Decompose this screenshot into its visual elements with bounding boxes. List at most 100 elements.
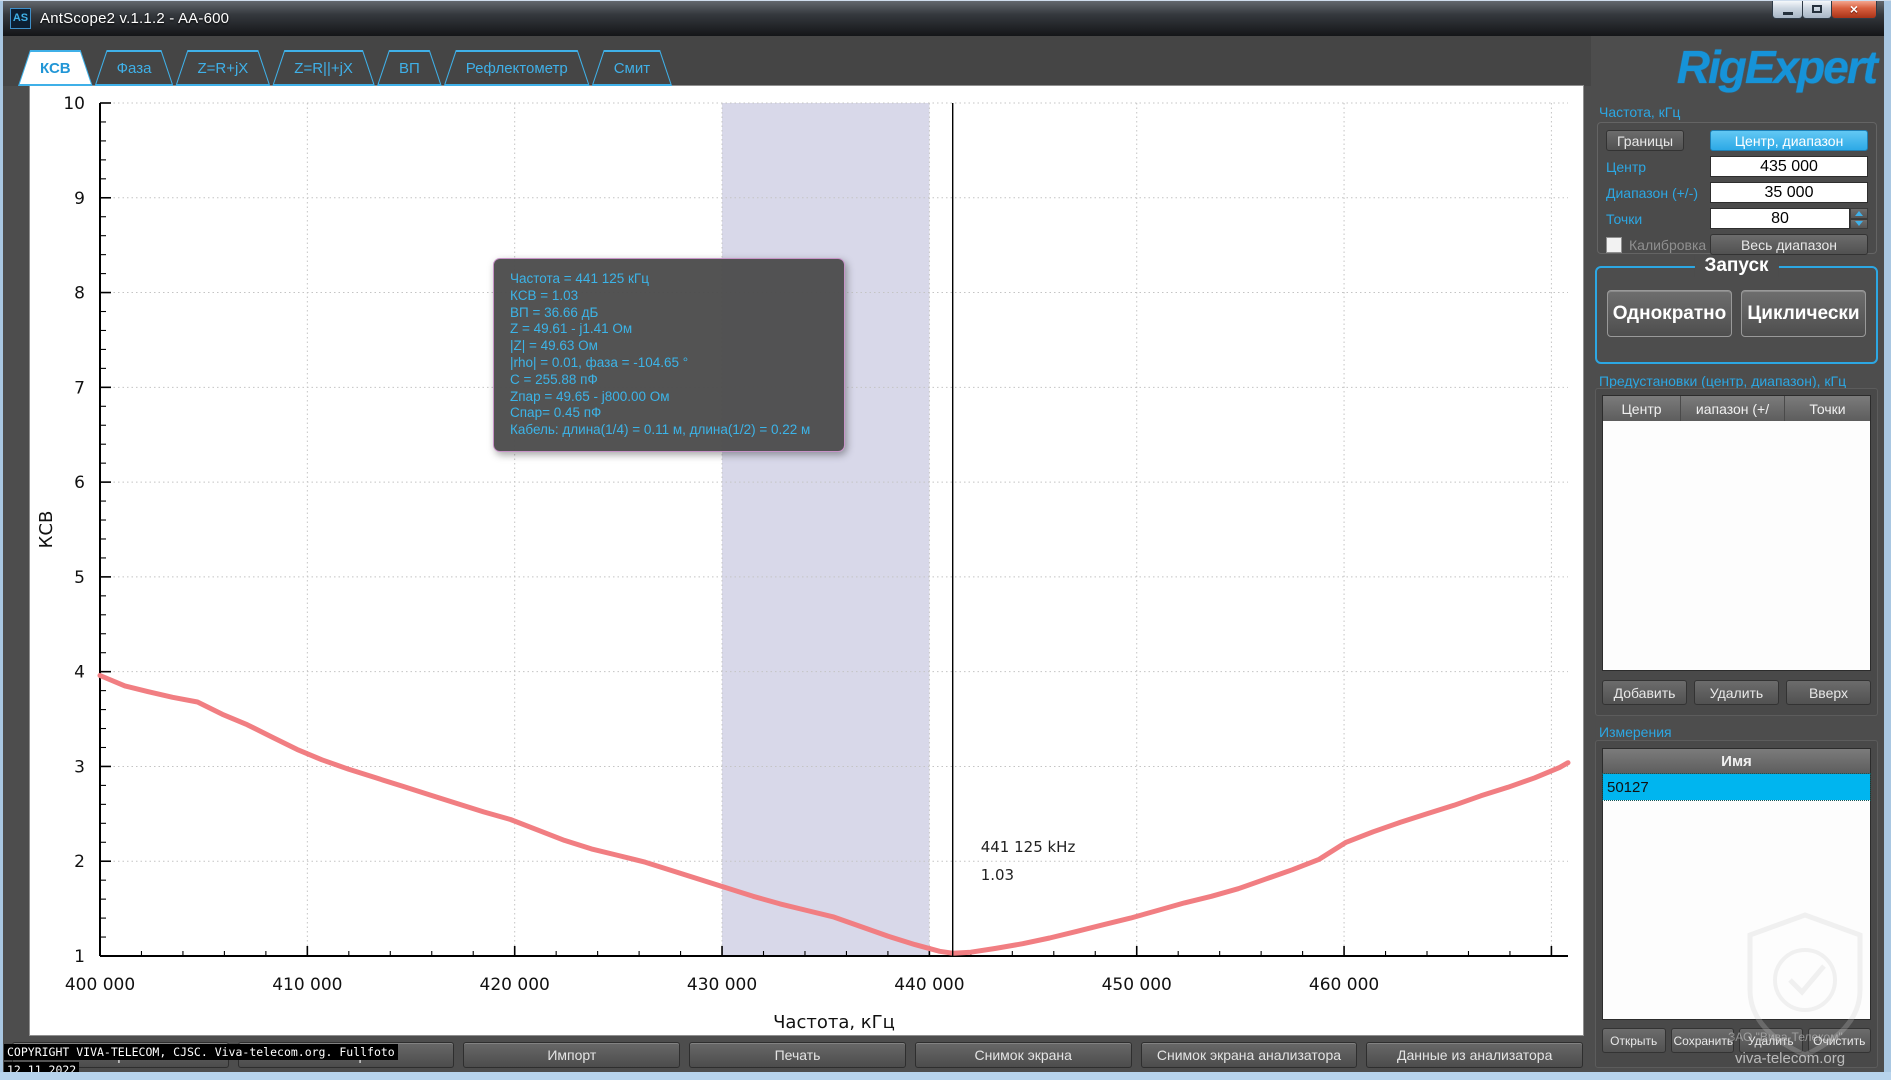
toolbar-button-печать[interactable]: Печать [689,1042,906,1068]
toolbar-button-импорт[interactable]: Импорт [463,1042,680,1068]
frequency-field-row: Точки [1606,207,1868,230]
x-axis-title: Частота, кГц [773,1012,895,1033]
spinner-down-icon[interactable] [1850,219,1868,230]
minimize-icon [1783,12,1793,15]
measurements-button-удалить[interactable]: Удалить [1739,1028,1803,1053]
presets-section-label: Предустановки (центр, диапазон), кГц [1599,373,1846,389]
close-button[interactable]: × [1831,0,1877,19]
sidebar: RigExpert Частота, кГц Границы Центр, диа… [1595,40,1884,1072]
mode-button-центр-диапазон[interactable]: Центр, диапазон [1710,130,1868,151]
presets-column-header[interactable]: Центр [1603,396,1681,421]
input-точки[interactable] [1710,208,1850,229]
y-axis-title: КСВ [36,511,57,549]
frequency-field-row: Центр [1606,155,1868,178]
highlight-band [722,103,929,956]
tooltip-line: ВП = 36.66 дБ [510,305,828,322]
frequency-section-label: Частота, кГц [1599,104,1680,120]
presets-button-добавить[interactable]: Добавить [1602,680,1687,705]
rigexpert-logo: RigExpert [1677,40,1876,94]
x-tick-label: 440 000 [894,975,964,995]
y-tick-label: 7 [74,378,85,398]
spinner-up-icon[interactable] [1850,208,1868,219]
frequency-field-row: Диапазон (+/-) [1606,181,1868,204]
window-border-bottom [0,1072,1891,1080]
y-tick-label: 4 [74,663,85,683]
measurements-table[interactable]: Имя 50127 [1602,748,1871,1020]
y-tick-label: 8 [74,284,85,304]
tooltip-line: Кабель: длина(1/4) = 0.11 м, длина(1/2) … [510,422,828,439]
titlebar: AS AntScope2 v.1.1.2 - AA-600 [0,0,1891,36]
tooltip-line: Частота = 441 125 кГц [510,271,828,288]
tab-ксв[interactable]: КСВ [18,50,93,86]
presets-table[interactable]: Центриапазон (+/Точки [1602,395,1871,671]
maximize-button[interactable] [1802,0,1832,19]
input-центр[interactable] [1710,156,1868,177]
y-tick-label: 5 [74,568,85,588]
measurements-button-открыть[interactable]: Открыть [1602,1028,1666,1053]
presets-button-вверх[interactable]: Вверх [1786,680,1871,705]
swr-chart[interactable]: 12345678910400 000410 000420 000430 0004… [30,86,1583,1035]
y-tick-label: 2 [74,852,85,872]
window-border-top [0,0,1891,1]
y-tick-label: 10 [63,94,85,114]
tab-label: КСВ [40,60,71,77]
measurements-button-очистить[interactable]: Очистить [1808,1028,1872,1053]
tab-label: Z=R+jX [197,60,248,77]
tooltip-line: Zпар = 49.65 - j800.00 Ом [510,389,828,406]
marker-label: 441 125 kHz [981,838,1076,856]
points-spinner [1850,208,1868,229]
app-window: AS AntScope2 v.1.1.2 - AA-600 × КСВ Фаза Z… [0,0,1891,1080]
run-buttons: ОднократноЦиклически [1607,290,1866,337]
tab-label: Фаза [117,60,152,77]
input-диапазон[interactable] [1710,182,1868,203]
measurements-table-body: 50127 [1603,774,1870,800]
tooltip-line: Z = 49.61 - j1.41 Ом [510,321,828,338]
toolbar-button-снимок-экрана[interactable]: Снимок экрана [915,1042,1132,1068]
toolbar-button-данные-из-анализатора[interactable]: Данные из анализатора [1366,1042,1583,1068]
tab-label: Смит [614,60,650,77]
run-box: Запуск ОднократноЦиклически [1595,266,1878,364]
presets-column-header[interactable]: Точки [1785,396,1870,421]
toolbar-button-снимок-экрана-анализатора[interactable]: Снимок экрана анализатора [1141,1042,1358,1068]
x-tick-label: 460 000 [1309,975,1379,995]
x-tick-label: 450 000 [1102,975,1172,995]
tooltip-line: Спар= 0.45 пФ [510,405,828,422]
field-label-точки: Точки [1606,211,1642,227]
x-tick-label: 400 000 [65,975,135,995]
copyright-line: COPYRIGHT VIVA-TELECOM, CJSC. Viva-telec… [4,1044,398,1060]
run-title: Запуск [1694,255,1778,277]
run-button-циклически[interactable]: Циклически [1741,290,1866,337]
measurements-actions: ОткрытьСохранитьУдалитьОчистить [1602,1028,1871,1053]
swr-chart-panel: 12345678910400 000410 000420 000430 0004… [30,86,1583,1035]
tab-фаза[interactable]: Фаза [95,50,174,86]
tab-смит[interactable]: Смит [592,50,672,86]
window-border-left [0,0,3,1080]
minimize-button[interactable] [1772,0,1803,19]
tab-z-r-jx[interactable]: Z=R+jX [175,50,270,86]
tab-вп[interactable]: ВП [377,50,442,86]
tooltip-line: |Z| = 49.63 Ом [510,338,828,355]
calibration-label: Калибровка [1629,237,1706,253]
y-tick-label: 9 [74,189,85,209]
tooltip-line: |rho| = 0.01, фаза = -104.65 ° [510,355,828,372]
maximize-icon [1812,5,1822,13]
y-tick-label: 6 [74,473,85,493]
tab-рефлектометр[interactable]: Рефлектометр [444,50,590,86]
calibration-checkbox[interactable] [1606,237,1622,253]
tab-bar: КСВ Фаза Z=R+jX Z=R||+jX ВПРефлектометр Смит [18,50,674,86]
presets-button-удалить[interactable]: Удалить [1694,680,1779,705]
presets-column-header[interactable]: иапазон (+/ [1681,396,1785,421]
tab-label: Z=R||+jX [294,60,353,77]
y-tick-label: 1 [74,947,85,967]
measurements-column-header[interactable]: Имя [1603,749,1870,774]
mode-button-границы[interactable]: Границы [1606,130,1684,151]
field-label-центр: Центр [1606,159,1646,175]
marker-label: 1.03 [981,866,1014,884]
full-range-button[interactable]: Весь диапазон [1710,234,1868,255]
measurement-row[interactable]: 50127 [1603,774,1870,800]
window-controls: × [1773,0,1877,19]
run-button-однократно[interactable]: Однократно [1607,290,1732,337]
tab-z-r-jx[interactable]: Z=R||+jX [272,50,375,86]
measurements-button-сохранить[interactable]: Сохранить [1671,1028,1735,1053]
y-tick-label: 3 [74,757,85,777]
